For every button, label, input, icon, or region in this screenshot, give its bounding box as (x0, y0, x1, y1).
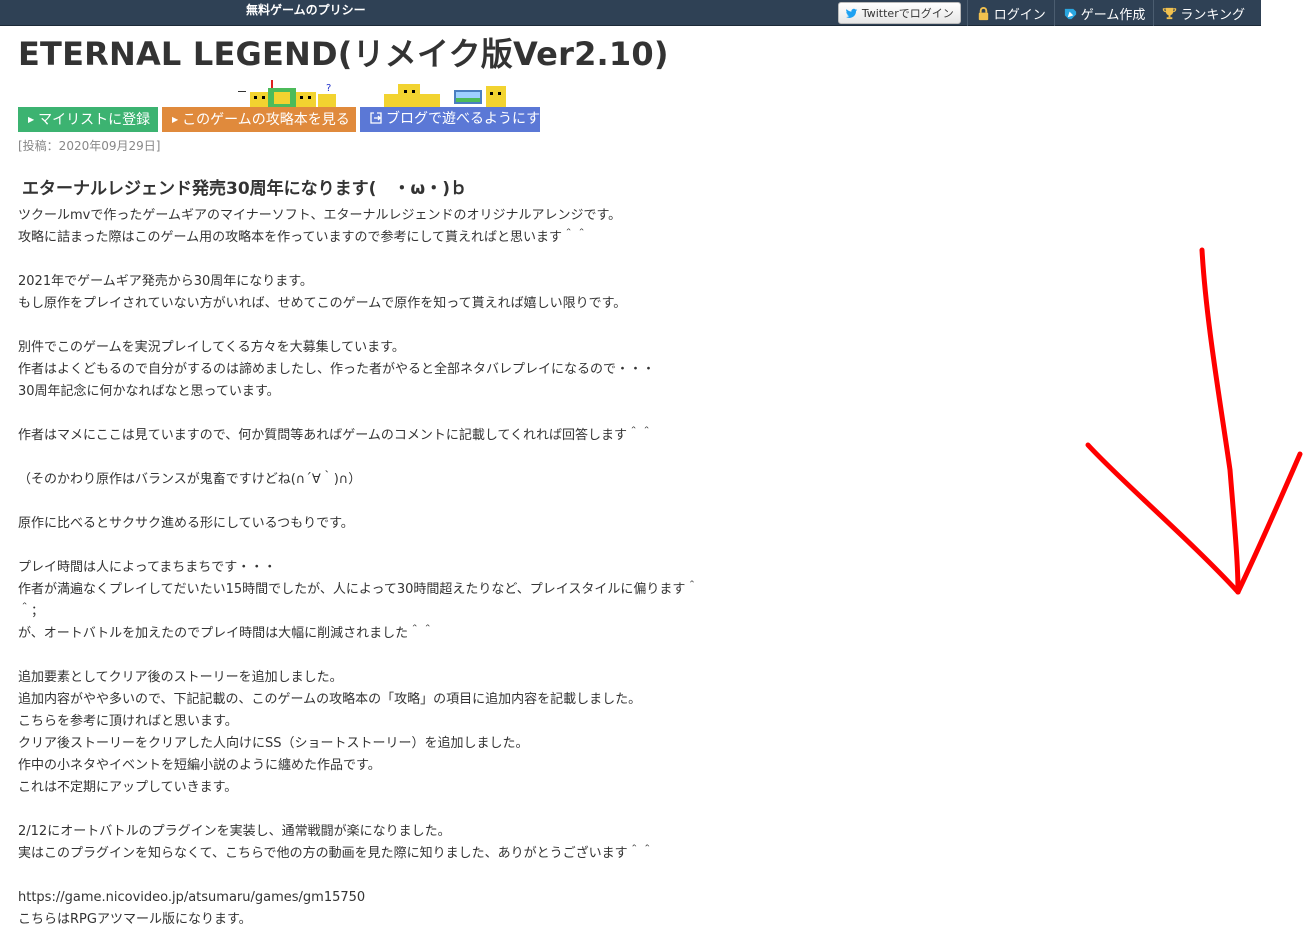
nav-login[interactable]: ログイン (966, 0, 1054, 26)
description-line: が、オートバトルを加えたのでプレイ時間は大幅に削減されました＾＾ (18, 626, 435, 641)
external-share-icon (370, 112, 382, 124)
description-line: 攻略に詰まった際はこのゲーム用の攻略本を作っていますので参考にして貰えればと思い… (18, 230, 589, 245)
trophy-icon (1163, 7, 1177, 19)
description-line: もし原作をプレイされていない方がいれば、せめてこのゲームで原作を知って貰えれば嬉… (18, 296, 627, 311)
mylist-label: マイリストに登録 (38, 112, 151, 128)
description-blank-line (18, 491, 778, 513)
description-subtitle: エターナルレジェンド発売30周年になります( ・ω・)ｂ (22, 179, 467, 199)
svg-text:?: ? (326, 83, 331, 94)
description-blank-line (18, 799, 778, 821)
red-arrow-annotation (1085, 247, 1303, 595)
add-to-mylist-button[interactable]: ▶ マイリストに登録 (18, 107, 158, 132)
posted-date: [投稿：2020年09月29日] (18, 139, 161, 153)
blog-embed-button[interactable]: ブログで遊べるようにする (360, 107, 554, 132)
description-line: ツクールmvで作ったゲームギアのマイナーソフト、エターナルレジェンドのオリジナル… (18, 208, 622, 223)
description-blank-line (18, 865, 778, 887)
play-arrow-icon: ▶ (28, 115, 35, 124)
description-line: 30周年記念に何かなればなと思っています。 (18, 384, 280, 399)
game-description: ツクールmvで作ったゲームギアのマイナーソフト、エターナルレジェンドのオリジナル… (18, 205, 778, 931)
nav-ranking-label: ランキング (1180, 7, 1245, 23)
description-line: こちらを参考に頂ければと思います。 (18, 714, 238, 729)
pixel-characters-decoration: ? (238, 80, 336, 108)
description-line: 作者はよくどもるので自分がするのは諦めましたし、作った者がやると全部ネタバレプレ… (18, 362, 656, 377)
description-blank-line (18, 249, 778, 271)
description-line: ＾； (18, 604, 45, 619)
description-line: これは不定期にアップしていきます。 (18, 780, 238, 795)
top-navigation-bar: 無料ゲームのプリシー Twitterでログイン ログイン ゲーム作成 ランキング (0, 0, 1261, 26)
view-guide-button[interactable]: ▶ このゲームの攻略本を見る (162, 107, 356, 132)
nav-game-create-label: ゲーム作成 (1080, 7, 1146, 23)
play-arrow-icon: ▶ (172, 115, 179, 124)
lock-icon (978, 6, 988, 20)
description-line: クリア後ストーリーをクリアした人向けにSS（ショートストーリー）を追加しました。 (18, 736, 529, 751)
header-nav: Twitterでログイン ログイン ゲーム作成 ランキング (837, 0, 1253, 26)
description-blank-line (18, 403, 778, 425)
description-line: 2021年でゲームギア発売から30周年になります。 (18, 274, 313, 289)
description-blank-line (18, 315, 778, 337)
description-blank-line (18, 535, 778, 557)
description-line: 追加内容がやや多いので、下記記載の、このゲームの攻略本の「攻略」の項目に追加内容… (18, 692, 642, 707)
twitter-login-label: Twitterでログイン (861, 7, 954, 20)
description-blank-line (18, 447, 778, 469)
description-blank-line (18, 645, 778, 667)
pixel-characters-decoration-right (384, 84, 506, 108)
nav-ranking[interactable]: ランキング (1153, 0, 1253, 26)
description-line: こちらはRPGアツマール版になります。 (18, 912, 252, 927)
description-line: 別件でこのゲームを実況プレイしてくる方々を大募集しています。 (18, 340, 405, 355)
guide-label: このゲームの攻略本を見る (182, 112, 350, 128)
description-line: （そのかわり原作はバランスが鬼畜ですけどね(∩´∀｀)∩） (18, 472, 362, 487)
description-line: プレイ時間は人によってまちまちです・・・ (18, 560, 277, 575)
twitter-login-button[interactable]: Twitterでログイン (837, 2, 961, 24)
nav-game-create[interactable]: ゲーム作成 (1053, 0, 1154, 26)
nav-login-label: ログイン (993, 7, 1046, 23)
description-line: 原作に比べるとサクサク進める形にしているつもりです。 (18, 516, 354, 531)
site-name[interactable]: 無料ゲームのプリシー (246, 2, 366, 18)
pen-icon (1064, 8, 1076, 19)
description-line: 作中の小ネタやイベントを短編小説のように纏めた作品です。 (18, 758, 381, 773)
twitter-bird-icon (845, 8, 858, 18)
description-line: 作者はマメにここは見ていますので、何か質問等あればゲームのコメントに記載してくれ… (18, 428, 654, 443)
description-line: 2/12にオートバトルのプラグインを実装し、通常戦闘が楽になりました。 (18, 824, 451, 839)
description-line: 作者が満遍なくプレイしてだいたい15時間でしたが、人によって30時間超えたりなど… (18, 582, 699, 597)
description-line: https://game.nicovideo.jp/atsumaru/games… (18, 890, 366, 905)
description-line: 実はこのプラグインを知らなくて、こちらで他の方の動画を見た際に知りました、ありが… (18, 846, 654, 861)
description-line: 追加要素としてクリア後のストーリーを追加しました。 (18, 670, 343, 685)
page-title: ETERNAL LEGEND(リメイク版Ver2.10) (18, 35, 669, 73)
blog-label: ブログで遊べるようにする (386, 111, 555, 127)
